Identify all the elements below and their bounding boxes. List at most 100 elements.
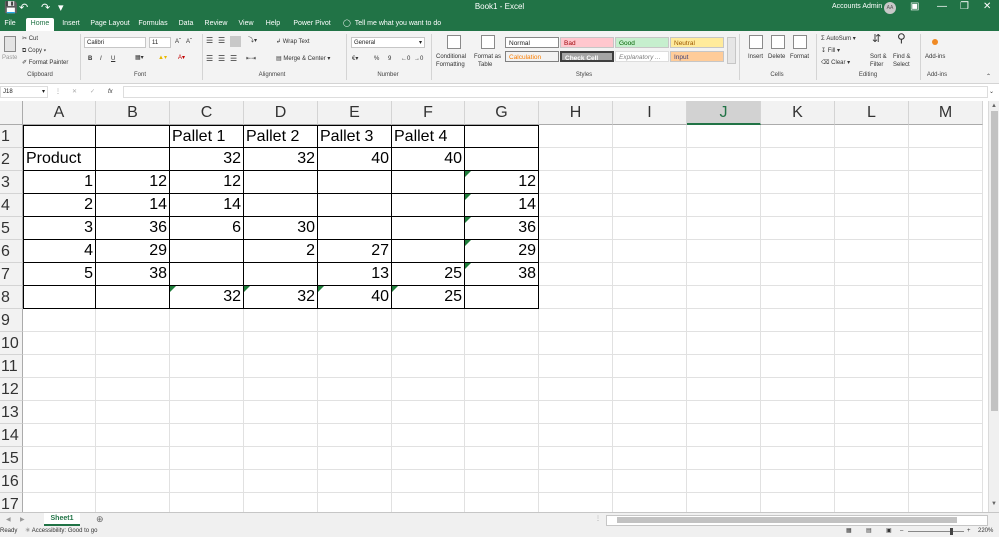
format-cells-button[interactable]: Format: [790, 53, 809, 61]
cell-m4[interactable]: [909, 194, 983, 217]
format-as-table-icon[interactable]: [481, 35, 495, 49]
cell-g11[interactable]: [465, 355, 539, 378]
align-center-icon[interactable]: ☰: [218, 55, 225, 63]
cell-m5[interactable]: [909, 217, 983, 240]
row-header-4[interactable]: 4: [0, 194, 23, 217]
tab-insert[interactable]: Insert: [58, 18, 84, 31]
cell-m1[interactable]: [909, 125, 983, 148]
cell-i15[interactable]: [613, 447, 687, 470]
cell-a17[interactable]: [23, 493, 96, 512]
cell-a15[interactable]: [23, 447, 96, 470]
cell-m7[interactable]: [909, 263, 983, 286]
cell-f7[interactable]: 25: [392, 263, 465, 286]
cell-d2[interactable]: 32: [244, 148, 318, 171]
cell-m16[interactable]: [909, 470, 983, 493]
cell-f6[interactable]: [392, 240, 465, 263]
cell-b17[interactable]: [96, 493, 170, 512]
row-header-14[interactable]: 14: [0, 424, 23, 447]
cell-a1[interactable]: [23, 125, 96, 148]
cell-h4[interactable]: [539, 194, 613, 217]
hscroll-thumb[interactable]: [617, 517, 957, 523]
cell-f11[interactable]: [392, 355, 465, 378]
column-header-g[interactable]: G: [465, 101, 539, 125]
cell-a16[interactable]: [23, 470, 96, 493]
font-size-box[interactable]: 11: [149, 37, 171, 48]
cell-g14[interactable]: [465, 424, 539, 447]
cell-c6[interactable]: [170, 240, 244, 263]
style-neutral[interactable]: Neutral: [670, 37, 724, 48]
insert-cells-icon[interactable]: [749, 35, 763, 49]
cell-m15[interactable]: [909, 447, 983, 470]
addins-icon[interactable]: [932, 39, 938, 45]
cell-c9[interactable]: [170, 309, 244, 332]
cell-e9[interactable]: [318, 309, 392, 332]
cell-j4[interactable]: [687, 194, 761, 217]
zoom-level[interactable]: 220%: [978, 527, 993, 535]
bold-button[interactable]: B: [88, 55, 92, 63]
cell-a13[interactable]: [23, 401, 96, 424]
cell-j7[interactable]: [687, 263, 761, 286]
accounting-format-icon[interactable]: €▾: [352, 55, 358, 63]
cell-f3[interactable]: [392, 171, 465, 194]
row-header-5[interactable]: 5: [0, 217, 23, 240]
conditional-formatting-label[interactable]: Conditional: [436, 53, 466, 61]
borders-icon[interactable]: ▦▾: [135, 54, 144, 62]
column-header-h[interactable]: H: [539, 101, 613, 125]
style-check-cell[interactable]: Check Cell: [560, 51, 614, 62]
cell-j11[interactable]: [687, 355, 761, 378]
cell-l5[interactable]: [835, 217, 909, 240]
cell-k1[interactable]: [761, 125, 835, 148]
cell-e11[interactable]: [318, 355, 392, 378]
cell-j14[interactable]: [687, 424, 761, 447]
cell-m9[interactable]: [909, 309, 983, 332]
cell-g7[interactable]: 38: [465, 263, 539, 286]
cell-b16[interactable]: [96, 470, 170, 493]
align-bottom-icon[interactable]: [230, 36, 241, 47]
page-layout-view-icon[interactable]: ▤: [866, 527, 872, 535]
row-header-12[interactable]: 12: [0, 378, 23, 401]
underline-button[interactable]: U: [111, 55, 115, 63]
cell-i4[interactable]: [613, 194, 687, 217]
cell-m6[interactable]: [909, 240, 983, 263]
cell-h1[interactable]: [539, 125, 613, 148]
style-calculation[interactable]: Calculation: [505, 51, 559, 62]
cell-g5[interactable]: 36: [465, 217, 539, 240]
cell-i10[interactable]: [613, 332, 687, 355]
tab-file[interactable]: File: [0, 18, 20, 31]
cell-d9[interactable]: [244, 309, 318, 332]
error-indicator-icon[interactable]: [465, 194, 471, 200]
cell-k5[interactable]: [761, 217, 835, 240]
cell-f16[interactable]: [392, 470, 465, 493]
cell-c2[interactable]: 32: [170, 148, 244, 171]
cell-e17[interactable]: [318, 493, 392, 512]
cell-i14[interactable]: [613, 424, 687, 447]
cell-e14[interactable]: [318, 424, 392, 447]
cell-h12[interactable]: [539, 378, 613, 401]
cell-j17[interactable]: [687, 493, 761, 512]
row-header-15[interactable]: 15: [0, 447, 23, 470]
increase-decimal-icon[interactable]: ←0: [401, 55, 410, 63]
cell-a4[interactable]: 2: [23, 194, 96, 217]
cell-l4[interactable]: [835, 194, 909, 217]
wrap-text-button[interactable]: ↲ Wrap Text: [276, 38, 310, 46]
cell-k6[interactable]: [761, 240, 835, 263]
tab-page-layout[interactable]: Page Layout: [88, 18, 132, 31]
cell-l2[interactable]: [835, 148, 909, 171]
styles-scroll-icon[interactable]: [727, 37, 736, 64]
column-header-l[interactable]: L: [835, 101, 909, 125]
cell-k14[interactable]: [761, 424, 835, 447]
cell-j15[interactable]: [687, 447, 761, 470]
cell-c7[interactable]: [170, 263, 244, 286]
cell-b9[interactable]: [96, 309, 170, 332]
cell-e5[interactable]: [318, 217, 392, 240]
style-bad[interactable]: Bad: [560, 37, 614, 48]
row-header-6[interactable]: 6: [0, 240, 23, 263]
align-right-icon[interactable]: ☰: [230, 55, 237, 63]
cell-d1[interactable]: Pallet 2: [244, 125, 318, 148]
sort-filter-label2[interactable]: Filter: [870, 61, 883, 69]
cell-c8[interactable]: 32: [170, 286, 244, 309]
cell-m10[interactable]: [909, 332, 983, 355]
cell-k17[interactable]: [761, 493, 835, 512]
cell-m14[interactable]: [909, 424, 983, 447]
column-header-a[interactable]: A: [23, 101, 96, 125]
